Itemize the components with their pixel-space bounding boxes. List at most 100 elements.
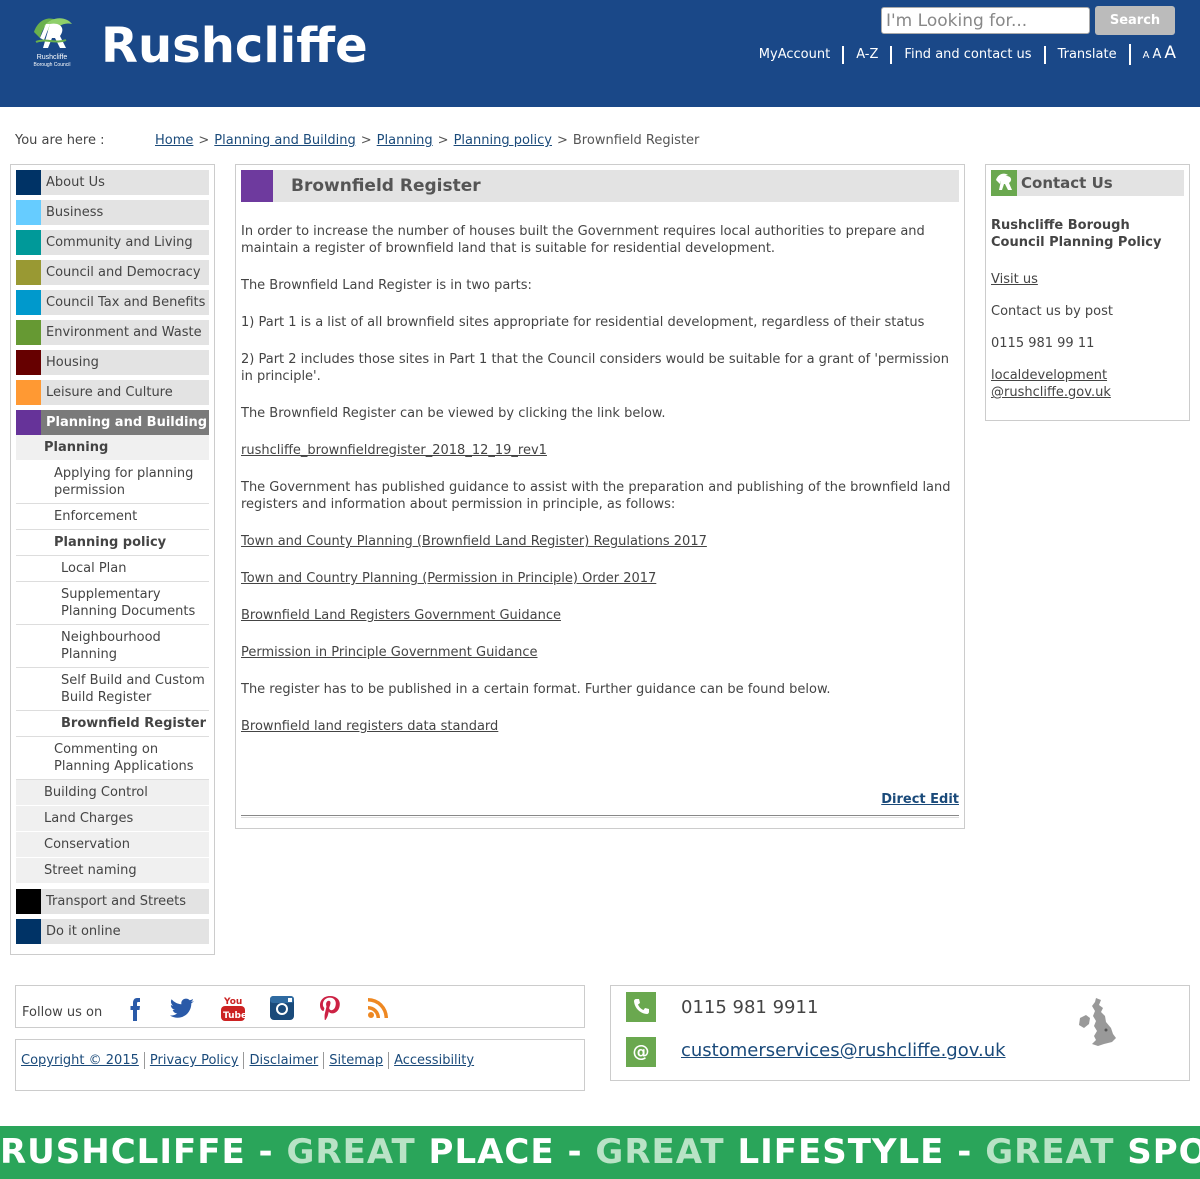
paragraph: 1) Part 1 is a list of all brownfield si… — [241, 315, 925, 330]
contact-email-link[interactable]: localdevelopment @rushcliffe.gov.uk — [991, 367, 1111, 401]
breadcrumb-planning[interactable]: Planning — [377, 133, 433, 148]
instagram-icon[interactable] — [268, 994, 296, 1022]
sidebar-item-transport[interactable]: Transport and Streets — [16, 889, 209, 914]
sidebar-item-council-democracy[interactable]: Council and Democracy — [16, 260, 209, 285]
category-swatch — [16, 230, 41, 255]
category-swatch — [16, 200, 41, 225]
slogan-banner: RUSHCLIFFE - GREAT PLACE - GREAT LIFESTY… — [0, 1126, 1200, 1179]
breadcrumb-label: You are here : — [15, 133, 105, 148]
footer-email-link[interactable]: customerservices@rushcliffe.gov.uk — [681, 1040, 1006, 1061]
visit-us-link[interactable]: Visit us — [991, 271, 1038, 288]
sidebar-sub-planning-policy[interactable]: Planning policy — [16, 530, 209, 556]
disclaimer-link[interactable]: Disclaimer — [243, 1052, 323, 1069]
sidebar-sub-land-charges[interactable]: Land Charges — [16, 806, 209, 832]
follow-label: Follow us on — [22, 1005, 103, 1020]
uk-map-icon — [1079, 998, 1116, 1046]
sidebar-item-label: Do it online — [46, 924, 121, 939]
sidebar-item-housing[interactable]: Housing — [16, 350, 209, 375]
sidebar-sub-conservation[interactable]: Conservation — [16, 832, 209, 858]
twitter-icon[interactable] — [168, 994, 196, 1022]
sidebar-item-planning-building[interactable]: Planning and Building — [16, 410, 209, 435]
breadcrumb-planning-policy[interactable]: Planning policy — [454, 133, 552, 148]
sidebar-sub-street-naming[interactable]: Street naming — [16, 858, 209, 884]
legal-links-box: Copyright © 2015 Privacy Policy Disclaim… — [15, 1039, 585, 1091]
sidebar-item-business[interactable]: Business — [16, 200, 209, 225]
sidebar-sub-self-build[interactable]: Self Build and Custom Build Register — [16, 668, 209, 711]
sidebar-item-leisure[interactable]: Leisure and Culture — [16, 380, 209, 405]
category-swatch — [16, 320, 41, 345]
sidebar-item-council-tax[interactable]: Council Tax and Benefits — [16, 290, 209, 315]
sidebar-item-label: Planning and Building — [46, 415, 208, 430]
brownfield-guidance-link[interactable]: Brownfield Land Registers Government Gui… — [241, 607, 561, 624]
category-swatch — [16, 290, 41, 315]
sitemap-link[interactable]: Sitemap — [323, 1052, 388, 1069]
sidebar-item-community[interactable]: Community and Living — [16, 230, 209, 255]
sidebar-sub-spd[interactable]: Supplementary Planning Documents — [16, 582, 209, 625]
category-swatch — [16, 889, 41, 914]
breadcrumb-planning-building[interactable]: Planning and Building — [214, 133, 355, 148]
contact-title-bar: Contact Us — [991, 170, 1184, 196]
search-input[interactable] — [881, 7, 1090, 34]
sidebar-sub-local-plan[interactable]: Local Plan — [16, 556, 209, 582]
slogan-word: SPORT — [1127, 1132, 1200, 1172]
sidebar-sub-neighbourhood[interactable]: Neighbourhood Planning — [16, 625, 209, 668]
pinterest-icon[interactable] — [316, 994, 344, 1022]
email-icon: @ — [626, 1037, 656, 1067]
nav-myaccount[interactable]: MyAccount — [747, 46, 842, 64]
sidebar-sub-commenting[interactable]: Commenting on Planning Applications — [16, 737, 209, 780]
nav-a-z[interactable]: A-Z — [842, 45, 890, 64]
pip-guidance-link[interactable]: Permission in Principle Government Guida… — [241, 644, 538, 661]
sidebar-item-do-it-online[interactable]: Do it online — [16, 919, 209, 944]
facebook-icon[interactable] — [121, 994, 149, 1022]
font-size-small[interactable]: A — [1143, 47, 1150, 65]
sidebar-sub-label: Applying for planning permission — [54, 466, 194, 498]
email-line-2: @rushcliffe.gov.uk — [991, 385, 1111, 400]
privacy-policy-link[interactable]: Privacy Policy — [143, 1052, 244, 1069]
sidebar-sub-brownfield[interactable]: Brownfield Register — [16, 711, 209, 737]
slogan-dash: - — [567, 1132, 583, 1172]
breadcrumb-home[interactable]: Home — [155, 133, 193, 148]
font-size-controls: A A A — [1128, 44, 1176, 65]
category-swatch — [16, 410, 41, 435]
sidebar-item-label: Transport and Streets — [46, 894, 186, 909]
sidebar-sub-label: Self Build and Custom Build Register — [61, 673, 205, 705]
site-header: Rushcliffe Borough Council Rushcliffe Se… — [0, 0, 1200, 107]
sidebar-item-label: Leisure and Culture — [46, 385, 173, 400]
font-size-medium[interactable]: A — [1152, 46, 1161, 64]
nav-find-contact[interactable]: Find and contact us — [890, 45, 1043, 64]
slogan-dash: - — [957, 1132, 973, 1172]
pip-order-link[interactable]: Town and Country Planning (Permission in… — [241, 570, 656, 587]
sidebar-sub-planning[interactable]: Planning — [16, 435, 209, 461]
regulations-link[interactable]: Town and County Planning (Brownfield Lan… — [241, 533, 707, 550]
svg-text:Tube: Tube — [223, 1011, 247, 1021]
direct-edit-link[interactable]: Direct Edit — [881, 792, 959, 807]
register-file-link[interactable]: rushcliffe_brownfieldregister_2018_12_19… — [241, 442, 547, 459]
nav-translate[interactable]: Translate — [1043, 45, 1129, 64]
category-swatch — [16, 919, 41, 944]
sidebar-sub-applying[interactable]: Applying for planning permission — [16, 461, 209, 504]
sidebar-sub-enforcement[interactable]: Enforcement — [16, 504, 209, 530]
sidebar-sub-label: Commenting on Planning Applications — [54, 742, 194, 774]
footer-phone: 0115 981 9911 — [681, 997, 819, 1018]
rss-icon[interactable] — [364, 994, 392, 1022]
data-standard-link[interactable]: Brownfield land registers data standard — [241, 718, 498, 735]
council-logo-icon — [991, 170, 1017, 196]
category-swatch — [16, 260, 41, 285]
sidebar-item-label: Business — [46, 205, 104, 220]
breadcrumb-separator: > — [198, 133, 210, 148]
copyright-link[interactable]: Copyright © 2015 — [21, 1052, 144, 1069]
youtube-icon[interactable]: You Tube — [219, 994, 247, 1022]
accessibility-link[interactable]: Accessibility — [388, 1052, 479, 1069]
slogan-great: GREAT — [595, 1132, 725, 1172]
category-swatch — [241, 170, 273, 202]
sidebar-sub-building-control[interactable]: Building Control — [16, 780, 209, 806]
sidebar-item-about-us[interactable]: About Us — [16, 170, 209, 195]
sidebar-sub-label: Supplementary Planning Documents — [61, 587, 196, 619]
sidebar-sub-label: Neighbourhood Planning — [61, 630, 161, 662]
sidebar-item-label: Housing — [46, 355, 99, 370]
font-size-large[interactable]: A — [1164, 44, 1176, 62]
slogan-dash: - — [258, 1132, 274, 1172]
search-button[interactable]: Search — [1095, 6, 1175, 35]
sidebar-item-environment[interactable]: Environment and Waste — [16, 320, 209, 345]
site-logo-text[interactable]: Rushcliffe — [101, 18, 368, 74]
